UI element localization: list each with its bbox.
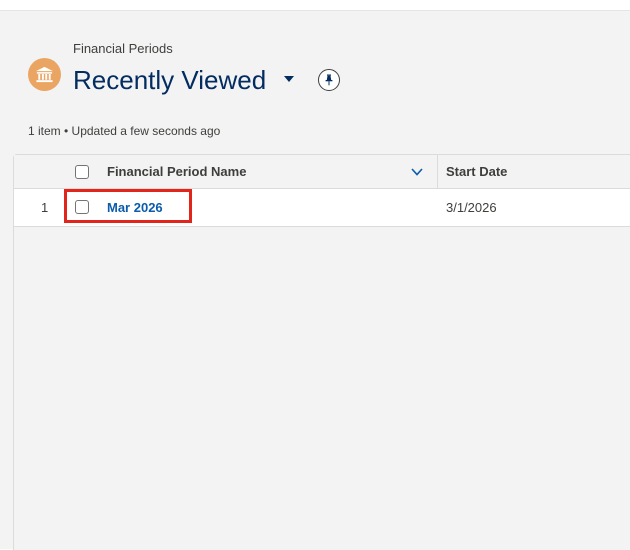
row-number: 1 [41,200,49,215]
select-all-checkbox[interactable] [75,165,89,179]
object-label: Financial Periods [73,41,173,56]
pin-icon [325,74,333,86]
column-divider[interactable] [437,155,438,188]
table-header: Financial Period Name Start Date [14,155,630,189]
top-bar [0,0,630,11]
bank-icon [28,58,61,91]
column-header-start-date[interactable]: Start Date [446,164,507,179]
chevron-down-icon[interactable] [410,166,424,178]
table-row: 1 Mar 2026 3/1/2026 [14,189,630,227]
pin-list-button[interactable] [318,69,340,91]
list-view-title[interactable]: Recently Viewed [73,63,266,97]
list-meta-info: 1 item • Updated a few seconds ago [28,124,221,138]
start-date-cell: 3/1/2026 [446,200,497,215]
column-header-financial-period-name[interactable]: Financial Period Name [107,164,246,179]
list-view-switcher-icon[interactable] [284,76,294,82]
data-table: Financial Period Name Start Date 1 Mar 2… [13,154,630,550]
record-link-financial-period[interactable]: Mar 2026 [107,200,163,215]
row-checkbox[interactable] [75,200,89,214]
